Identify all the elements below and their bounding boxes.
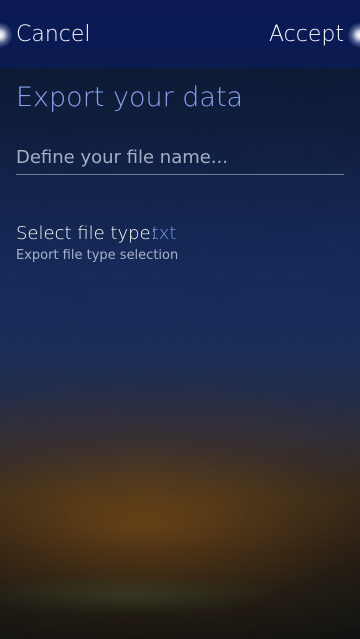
pulley-glow-right-icon <box>347 22 360 48</box>
filetype-description: Export file type selection <box>16 248 179 263</box>
dialog-header: Cancel Accept <box>0 0 360 68</box>
filetype-selector[interactable]: Select file type: .txt Export file type … <box>16 221 344 271</box>
cancel-button[interactable]: Cancel <box>16 18 91 52</box>
page-title: Export your data <box>16 82 244 113</box>
pulley-glow-left-icon <box>0 22 13 48</box>
filetype-label: Select file type: <box>16 223 157 244</box>
accept-button[interactable]: Accept <box>269 18 344 52</box>
filetype-value: .txt <box>146 223 177 244</box>
filename-input[interactable] <box>16 140 344 175</box>
background-glow <box>0 559 360 619</box>
